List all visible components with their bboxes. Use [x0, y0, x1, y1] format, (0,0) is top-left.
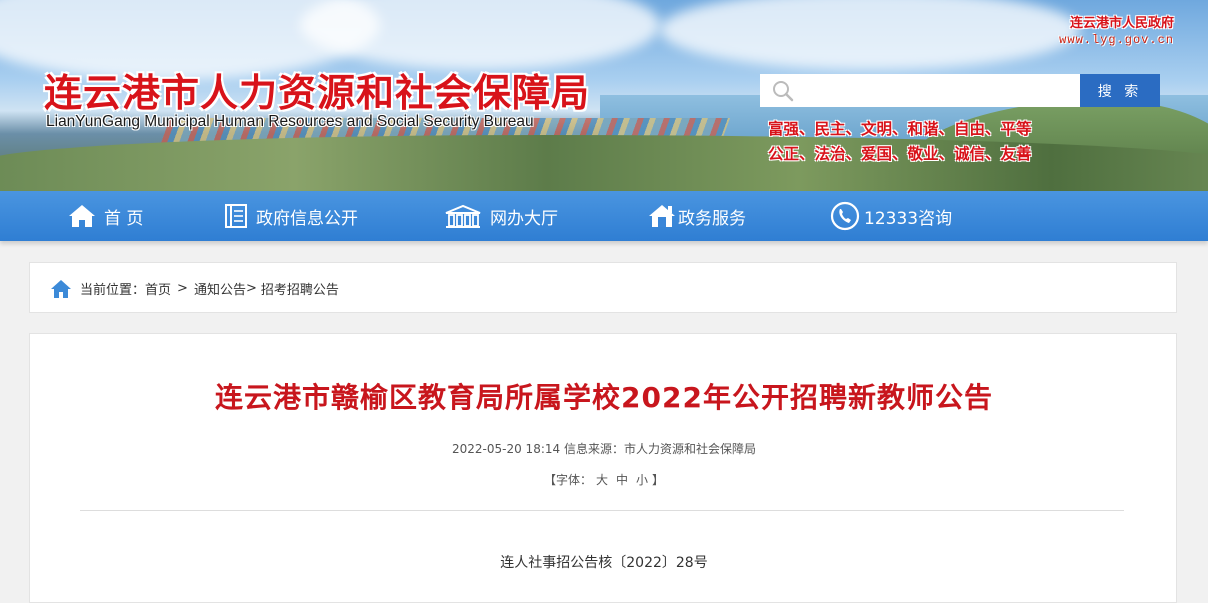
- city-government-link[interactable]: 连云港市人民政府 www.lyg.gov.cn: [1059, 15, 1174, 49]
- home-icon: [51, 279, 71, 298]
- search-button[interactable]: 搜 索: [1080, 74, 1160, 107]
- breadcrumb-separator: >: [245, 281, 257, 296]
- breadcrumb-prefix: 当前位置：: [80, 283, 146, 298]
- article-meta: 2022-05-20 18:14 信息来源：市人力资源和社会保障局: [30, 440, 1178, 457]
- font-size-suffix: 】: [652, 473, 665, 487]
- site-title: 连云港市人力资源和社会保障局: [44, 70, 591, 115]
- nav-item-12333[interactable]: 12333咨询: [830, 191, 952, 241]
- breadcrumb-bar: 当前位置： 首页 > 通知公告 > 招考招聘公告: [29, 262, 1177, 313]
- search-icon: [773, 81, 794, 102]
- article-source-label: 信息来源：: [563, 442, 624, 456]
- nav-item-home[interactable]: 首 页: [68, 191, 143, 241]
- site-subtitle: LianYunGang Municipal Human Resources an…: [46, 113, 534, 130]
- nav-item-gov-service[interactable]: 政务服务: [648, 191, 746, 241]
- core-values-line: 富强、民主、文明、和谐、自由、平等: [768, 120, 1032, 138]
- document-icon: [225, 204, 247, 228]
- core-values-line: 公正、法治、爱国、敬业、诚信、友善: [768, 145, 1032, 163]
- breadcrumb-separator: >: [177, 281, 188, 296]
- phone-icon: [830, 201, 860, 231]
- font-size-medium[interactable]: 中: [616, 473, 628, 487]
- city-government-url: www.lyg.gov.cn: [1059, 33, 1174, 47]
- nav-item-gov-info[interactable]: 政府信息公开: [224, 191, 358, 241]
- breadcrumb-notices[interactable]: 通知公告: [194, 279, 246, 298]
- article-title: 连云港市赣榆区教育局所属学校2022年公开招聘新教师公告: [215, 381, 993, 414]
- home-icon: [69, 205, 95, 227]
- article-panel: 连云港市赣榆区教育局所属学校2022年公开招聘新教师公告 2022-05-20 …: [29, 333, 1177, 603]
- breadcrumb-recruitment[interactable]: 招考招聘公告: [261, 279, 339, 298]
- font-size-prefix: 【字体：: [543, 473, 592, 487]
- breadcrumb-home[interactable]: 首页: [145, 279, 171, 298]
- nav-item-label: 政务服务: [678, 208, 746, 229]
- nav-item-label: 首 页: [104, 208, 144, 229]
- header-banner: 连云港市人力资源和社会保障局 LianYunGang Municipal Hum…: [0, 0, 1208, 191]
- document-number: 连人社事招公告核〔2022〕28号: [500, 555, 708, 571]
- font-size-selector: 【字体： 大中小】: [30, 471, 1178, 488]
- breadcrumb: 当前位置： 首页 > 通知公告 > 招考招聘公告: [50, 263, 339, 314]
- search-input[interactable]: [760, 74, 1080, 107]
- banner-cloud: [660, 0, 1080, 70]
- article-datetime: 2022-05-20 18:14: [452, 442, 561, 456]
- nav-item-label: 网办大厅: [490, 208, 558, 229]
- nav-item-online-hall[interactable]: 网办大厅: [444, 191, 558, 241]
- article-source: 市人力资源和社会保障局: [623, 442, 756, 456]
- city-government-name: 连云港市人民政府: [1069, 16, 1174, 31]
- nav-item-label: 政府信息公开: [256, 208, 358, 229]
- nav-item-label: 12333咨询: [864, 208, 953, 229]
- font-size-large[interactable]: 大: [596, 473, 608, 487]
- banner-cloud: [300, 0, 660, 70]
- article-divider: [80, 510, 1124, 511]
- main-nav: 首 页 政府信息公开 网办大厅 政务服务 12333咨询: [0, 191, 1208, 241]
- house-service-icon: [649, 205, 675, 227]
- core-values: 富强、民主、文明、和谐、自由、平等 公正、法治、爱国、敬业、诚信、友善: [768, 117, 1032, 167]
- font-size-small[interactable]: 小: [636, 473, 648, 487]
- building-icon: [445, 204, 481, 228]
